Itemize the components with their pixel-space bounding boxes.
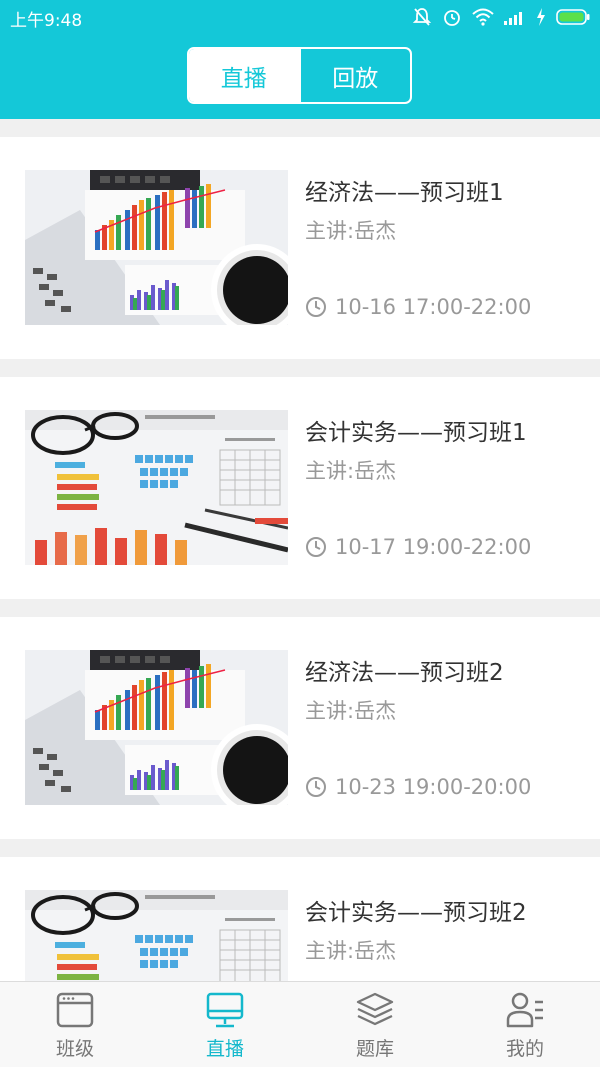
mute-icon xyxy=(412,7,432,27)
course-title: 会计实务——预习班1 xyxy=(305,420,527,446)
battery-icon xyxy=(556,9,590,25)
nav-mine[interactable]: 我的 xyxy=(450,982,600,1067)
bottom-navigation: 班级 直播 题库 我的 xyxy=(0,981,600,1067)
course-teacher: 主讲:岳杰 xyxy=(305,699,397,723)
course-card[interactable]: 会计实务——预习班1 主讲:岳杰 10-17 19:00-22:00 xyxy=(0,377,600,599)
course-card[interactable]: 经济法——预习班1 主讲:岳杰 10-16 17:00-22:00 xyxy=(0,137,600,359)
nav-class[interactable]: 班级 xyxy=(0,982,150,1067)
status-bar: 上午9:48 xyxy=(0,0,600,34)
course-time-text: 10-16 17:00-22:00 xyxy=(335,295,532,319)
course-title: 经济法——预习班1 xyxy=(305,180,504,206)
course-time-text: 10-17 19:00-22:00 xyxy=(335,535,532,559)
course-teacher: 主讲:岳杰 xyxy=(305,939,397,963)
nav-question-bank[interactable]: 题库 xyxy=(300,982,450,1067)
course-thumbnail xyxy=(25,170,288,325)
nav-mine-label: 我的 xyxy=(505,1038,544,1060)
clock-icon xyxy=(306,777,326,797)
monitor-icon xyxy=(206,992,244,1028)
top-header: 上午9:48 直播 回放 xyxy=(0,0,600,119)
course-title: 会计实务——预习班2 xyxy=(305,900,527,926)
course-time: 10-17 19:00-22:00 xyxy=(305,535,531,559)
course-thumbnail xyxy=(25,410,288,565)
course-card[interactable]: 经济法——预习班2 主讲:岳杰 10-23 19:00-20:00 xyxy=(0,617,600,839)
status-icons xyxy=(412,4,590,30)
live-replay-switch: 直播 回放 xyxy=(187,47,412,104)
alarm-icon xyxy=(442,7,462,27)
layers-icon xyxy=(356,992,394,1026)
signal-icon xyxy=(504,9,526,25)
nav-question-bank-label: 题库 xyxy=(355,1038,394,1060)
course-time-text: 10-23 19:00-20:00 xyxy=(335,775,532,799)
clock-icon xyxy=(306,297,326,317)
tab-live[interactable]: 直播 xyxy=(189,49,299,102)
nav-live[interactable]: 直播 xyxy=(150,982,300,1067)
course-title: 经济法——预习班2 xyxy=(305,660,504,686)
charging-icon xyxy=(536,8,546,26)
class-window-icon xyxy=(56,992,94,1028)
course-time: 10-16 17:00-22:00 xyxy=(305,295,531,319)
course-time: 10-23 19:00-20:00 xyxy=(305,775,531,799)
nav-class-label: 班级 xyxy=(55,1038,94,1060)
clock-icon xyxy=(306,537,326,557)
nav-live-label: 直播 xyxy=(205,1038,244,1060)
course-teacher: 主讲:岳杰 xyxy=(305,459,397,483)
wifi-icon xyxy=(472,8,494,26)
course-teacher: 主讲:岳杰 xyxy=(305,219,397,243)
course-thumbnail xyxy=(25,650,288,805)
tab-replay[interactable]: 回放 xyxy=(298,49,411,102)
profile-icon xyxy=(506,992,543,1028)
status-time: 上午9:48 xyxy=(10,11,83,31)
